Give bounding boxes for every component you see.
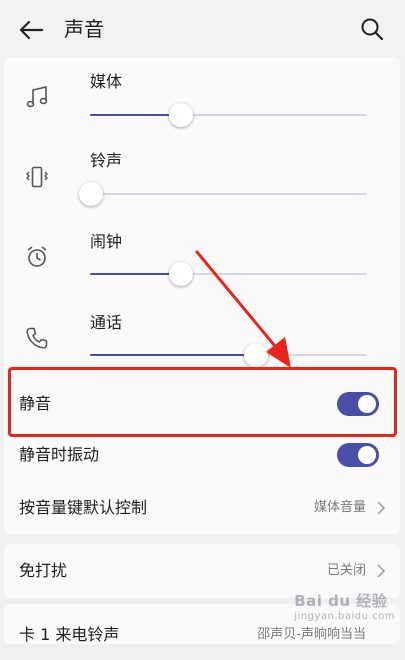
ringtone-volume-label: 铃声 bbox=[90, 151, 123, 170]
media-volume-slider[interactable] bbox=[90, 103, 367, 127]
call-volume-label: 通话 bbox=[90, 313, 123, 332]
watermark-sub: jingyan.baidu.com bbox=[294, 611, 395, 622]
back-arrow-icon[interactable] bbox=[18, 17, 44, 43]
music-note-icon bbox=[26, 85, 48, 108]
highlight-box bbox=[8, 367, 397, 437]
media-volume-label: 媒体 bbox=[90, 72, 123, 91]
dnd-row[interactable]: 免打扰 已关闭 bbox=[4, 546, 400, 596]
volume-card: 媒体 铃声 闹钟 通话 静音 静音时振动 按音量键默认控制 媒体音量 bbox=[4, 57, 400, 534]
volume-key-value: 媒体音量 bbox=[313, 500, 366, 515]
ringtone-label: 卡 1 来电铃声 bbox=[19, 625, 120, 644]
dnd-label: 免打扰 bbox=[19, 561, 68, 580]
dnd-value: 已关闭 bbox=[326, 563, 366, 578]
title-bar: 声音 bbox=[0, 0, 405, 58]
slider-thumb[interactable] bbox=[169, 103, 194, 127]
toggle-knob bbox=[358, 446, 376, 464]
volume-key-row[interactable]: 按音量键默认控制 媒体音量 bbox=[4, 483, 400, 533]
slider-thumb[interactable] bbox=[169, 262, 194, 286]
volume-key-label: 按音量键默认控制 bbox=[19, 498, 148, 517]
slider-fill bbox=[90, 354, 257, 356]
watermark: Bai du 经验 jingyan.baidu.com bbox=[294, 590, 395, 622]
alarm-clock-icon bbox=[27, 246, 47, 267]
ringtone-volume-slider[interactable] bbox=[79, 182, 367, 206]
page-title: 声音 bbox=[64, 17, 104, 41]
watermark-text: Bai du 经验 bbox=[294, 592, 388, 610]
vibrate-on-mute-toggle[interactable] bbox=[337, 443, 379, 467]
slider-thumb[interactable] bbox=[244, 343, 269, 367]
slider-track bbox=[90, 193, 367, 195]
chevron-right-icon bbox=[377, 501, 386, 515]
call-volume-slider[interactable] bbox=[90, 343, 367, 367]
alarm-volume-label: 闹钟 bbox=[90, 232, 123, 251]
slider-fill bbox=[90, 273, 182, 275]
vibrate-on-mute-row[interactable]: 静音时振动 bbox=[4, 430, 400, 480]
slider-thumb[interactable] bbox=[79, 182, 104, 206]
chevron-right-icon bbox=[377, 564, 386, 578]
phone-icon bbox=[26, 327, 48, 349]
slider-fill bbox=[90, 114, 182, 116]
vibrate-on-mute-label: 静音时振动 bbox=[19, 445, 100, 464]
vibrate-phone-icon bbox=[26, 166, 48, 188]
ringtone-value: 邵声贝-声晌响当当 bbox=[257, 627, 366, 642]
alarm-volume-slider[interactable] bbox=[90, 262, 367, 286]
search-icon[interactable] bbox=[360, 17, 384, 41]
